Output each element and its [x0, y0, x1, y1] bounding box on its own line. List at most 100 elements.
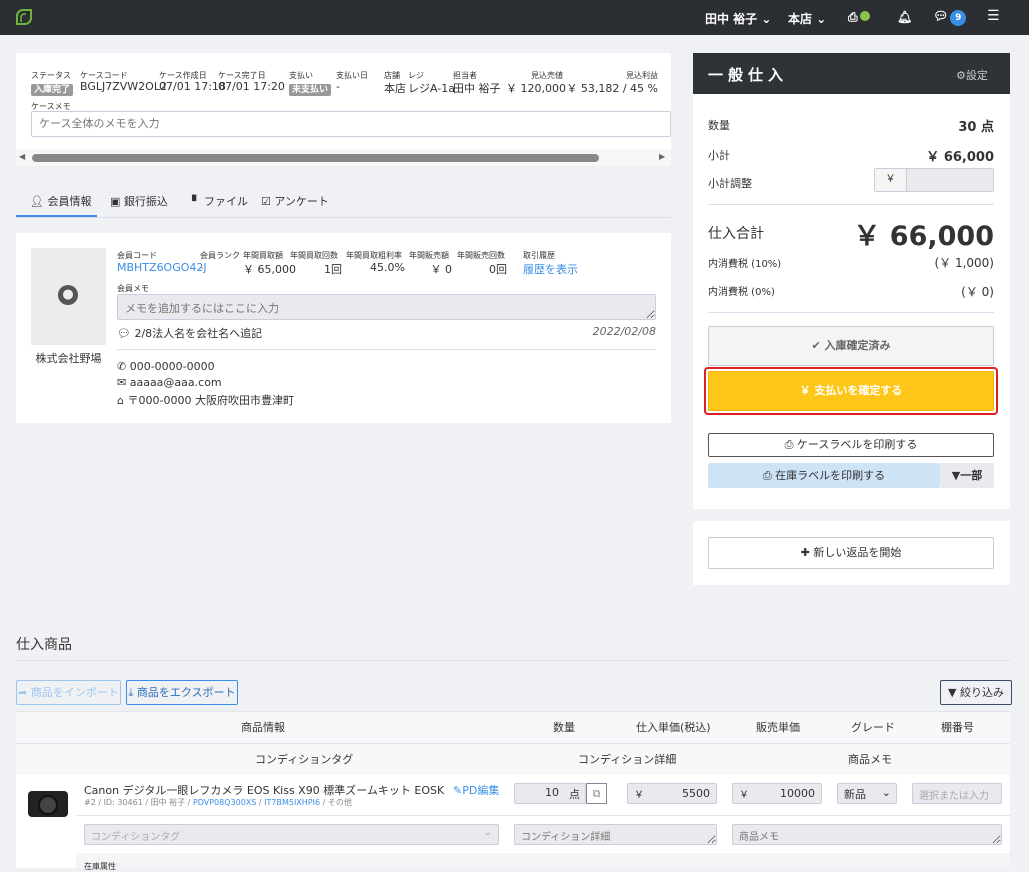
- total-value: ￥ 66,000: [853, 221, 994, 252]
- print-stock-label-button[interactable]: ⎙ 在庫ラベルを印刷する: [708, 463, 940, 488]
- chevron-down-icon: ⌄: [881, 786, 891, 799]
- scroll-right-icon[interactable]: ▶: [659, 152, 665, 161]
- shelf-select[interactable]: 選択または入力: [912, 783, 1002, 804]
- member-note: 💬︎ 2/8法人名を会社名へ追記: [117, 325, 262, 341]
- phone-icon: ✆: [117, 360, 127, 373]
- member-email: ✉ aaaaa@aaa.com: [117, 376, 222, 389]
- tab-bank-transfer[interactable]: ▣ 銀行振込: [110, 193, 168, 209]
- pd-edit-label: PD編集: [462, 784, 500, 797]
- member-code-link[interactable]: MBHTZ6OGO42J: [117, 261, 207, 274]
- bell-icon[interactable]: 🔔︎: [897, 10, 912, 24]
- pd-code-link[interactable]: PDVP08Q300XS: [193, 798, 256, 807]
- chevron-down-icon: ⌄: [483, 827, 492, 838]
- case-memo-input[interactable]: [31, 111, 671, 137]
- user-menu[interactable]: 田中 裕子 ⌄: [705, 10, 771, 27]
- tab-files[interactable]: ▘ ファイル: [192, 193, 248, 209]
- purchase-price-value: 5500: [682, 787, 710, 800]
- payment-label: 支払い: [289, 71, 313, 80]
- new-return-label: 新しい返品を開始: [813, 546, 902, 559]
- store-menu[interactable]: 本店 ⌄: [788, 10, 826, 27]
- tab-survey[interactable]: ☑ アンケート: [261, 193, 329, 209]
- store-value: 本店: [384, 82, 406, 95]
- header-shelf: 棚番号: [941, 721, 974, 734]
- file-icon: ▘: [192, 195, 201, 208]
- condition-detail-input[interactable]: [514, 824, 717, 845]
- new-return-button[interactable]: ✚ 新しい返品を開始: [708, 537, 994, 569]
- chevron-down-icon: ⌄: [816, 12, 827, 26]
- printer-icon: ⎙: [762, 469, 772, 482]
- history-link[interactable]: 履歴を表示: [523, 261, 578, 277]
- yen-addon: ￥: [875, 169, 907, 191]
- printer-icon: ⎙: [784, 438, 794, 451]
- confirm-payment-button[interactable]: ￥ 支払いを確定する: [708, 371, 994, 411]
- download-icon: ⤓: [128, 686, 134, 699]
- buy-amount-label: 年間買取額: [243, 251, 283, 260]
- summary-title: 一般仕入: [708, 66, 789, 84]
- tab-label: 会員情報: [47, 195, 92, 208]
- summary-header: 一般仕入 ⚙設定: [693, 53, 1010, 94]
- adjust-label: 小計調整: [708, 177, 752, 190]
- member-memo-input[interactable]: [117, 294, 656, 320]
- partial-filter-button[interactable]: ▼一部: [940, 463, 994, 488]
- tab-label: ファイル: [203, 195, 248, 208]
- total-label: 仕入合計: [708, 226, 764, 242]
- subtotal-value: ￥ 66,000: [926, 150, 994, 165]
- payment-date-label: 支払い日: [336, 71, 368, 80]
- horizontal-scrollbar[interactable]: ◀ ▶: [16, 149, 671, 166]
- print-case-label-button[interactable]: ⎙ ケースラベルを印刷する: [708, 433, 994, 457]
- print-case-label: ケースラベルを印刷する: [796, 438, 918, 451]
- status-label: ステータス: [31, 71, 71, 80]
- sale-price-input[interactable]: ￥ 10000: [732, 783, 822, 804]
- product-image-camera: [24, 783, 72, 823]
- printer-status[interactable]: ⎙: [848, 10, 870, 25]
- scrollbar-thumb[interactable]: [32, 154, 599, 162]
- filter-button[interactable]: ▼ 絞り込み: [940, 680, 1012, 705]
- user-icon: 👤︎: [30, 195, 44, 208]
- money-icon: ▣: [110, 195, 121, 208]
- settings-button[interactable]: ⚙設定: [956, 67, 988, 83]
- shelf-placeholder: 選択または入力: [919, 791, 989, 802]
- member-note-date: 2022/02/08: [592, 325, 656, 338]
- menu-icon[interactable]: ☰: [987, 8, 1000, 24]
- buy-count: 1回: [324, 263, 342, 276]
- tab-member-info[interactable]: 👤︎ 会員情報: [30, 193, 91, 209]
- grade-select[interactable]: 新品 ⌄: [837, 783, 897, 804]
- import-products-button[interactable]: ➦ 商品をインポート: [16, 680, 121, 705]
- checkbox-icon: ☑: [261, 195, 271, 208]
- adjust-input[interactable]: ￥: [874, 168, 994, 192]
- partial-label: 一部: [960, 469, 983, 482]
- product-memo-input[interactable]: [732, 824, 1002, 845]
- divider: [16, 660, 1010, 661]
- pd-edit-link[interactable]: ✎PD編集: [453, 782, 499, 798]
- item-code-link[interactable]: IT7BM5IXHPI6: [264, 798, 320, 807]
- chevron-down-icon: ⌄: [761, 12, 772, 26]
- envelope-icon: ✉: [117, 376, 127, 389]
- top-navbar: 田中 裕子 ⌄ 本店 ⌄ ⎙ 🔔︎ 💬︎ 9 ☰: [0, 0, 1029, 35]
- header-qty: 数量: [553, 721, 575, 734]
- messages-button[interactable]: 💬︎ 9: [933, 9, 967, 26]
- meta-text: #2 / ID: 30461 / 田中 裕子 /: [84, 798, 193, 807]
- product-row: Canon デジタル一眼レフカメラ EOS Kiss X90 標準ズームキット …: [16, 775, 1010, 871]
- payment-date: -: [336, 80, 340, 93]
- check-icon: ✔: [811, 339, 821, 352]
- header-condition-tag: コンディションタグ: [255, 753, 354, 766]
- member-rank: -: [200, 261, 204, 274]
- condition-tag-placeholder: コンディションタグ: [91, 832, 181, 843]
- scroll-left-icon[interactable]: ◀: [19, 152, 25, 161]
- status-dot-icon: [859, 11, 870, 21]
- divider: [708, 312, 994, 313]
- export-products-button[interactable]: ⤓ 商品をエクスポート: [126, 680, 238, 705]
- copy-icon[interactable]: ⧉: [586, 783, 607, 804]
- payment-badge: 未支払い: [289, 84, 332, 96]
- share-icon: ➦: [18, 686, 28, 699]
- stocked-label: 入庫確定済み: [824, 339, 891, 352]
- yen-addon: ￥: [739, 790, 749, 801]
- printer-icon: ⎙: [848, 10, 858, 24]
- purchase-price-input[interactable]: ￥ 5500: [627, 783, 717, 804]
- logo-leaf-icon[interactable]: [15, 8, 33, 26]
- header-product-memo: 商品メモ: [848, 753, 892, 766]
- filter-label: 絞り込み: [959, 686, 1004, 699]
- sale-price-value: 10000: [780, 787, 815, 800]
- condition-tag-select[interactable]: コンディションタグ ⌄: [84, 824, 499, 845]
- history-label: 取引履歴: [523, 251, 555, 260]
